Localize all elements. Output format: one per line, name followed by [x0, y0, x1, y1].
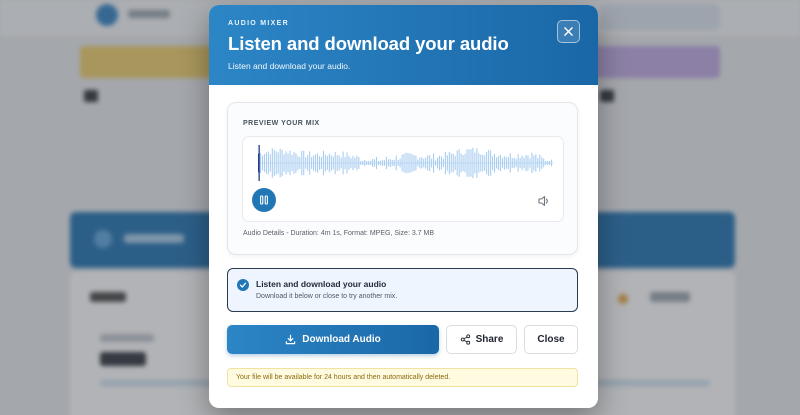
modal-subtitle: Listen and download your audio. — [228, 61, 351, 71]
preview-label: PREVIEW YOUR MIX — [243, 120, 320, 127]
preview-card: PREVIEW YOUR MIX Audio Details - Duratio… — [227, 102, 578, 255]
modal-eyebrow: AUDIO MIXER — [228, 20, 289, 27]
volume-icon[interactable] — [537, 194, 551, 208]
close-icon — [564, 27, 573, 36]
status-subtitle: Download it below or close to try anothe… — [256, 293, 398, 300]
status-title: Listen and download your audio — [256, 279, 387, 289]
modal-title: Listen and download your audio — [228, 33, 509, 54]
close-label: Close — [537, 334, 565, 345]
download-icon — [286, 334, 296, 345]
pause-icon — [260, 195, 268, 205]
audio-waveform[interactable] — [258, 145, 553, 181]
status-message: Listen and download your audio Download … — [227, 268, 578, 312]
audio-mixer-modal: AUDIO MIXER Listen and download your aud… — [209, 5, 598, 408]
modal-header: AUDIO MIXER Listen and download your aud… — [209, 5, 598, 85]
playhead[interactable] — [258, 145, 260, 181]
modal-close-button[interactable] — [557, 20, 580, 43]
download-audio-button[interactable]: Download Audio — [227, 325, 439, 354]
share-button[interactable]: Share — [446, 325, 517, 354]
share-label: Share — [475, 334, 504, 345]
pause-button[interactable] — [252, 188, 276, 212]
close-button[interactable]: Close — [524, 325, 578, 354]
audio-details: Audio Details - Duration: 4m 1s, Format:… — [243, 230, 435, 237]
check-circle-icon — [237, 279, 249, 291]
expiry-notice: Your file will be available for 24 hours… — [227, 368, 578, 387]
download-audio-label: Download Audio — [302, 334, 381, 345]
audio-player — [242, 136, 564, 222]
share-icon — [460, 334, 470, 345]
